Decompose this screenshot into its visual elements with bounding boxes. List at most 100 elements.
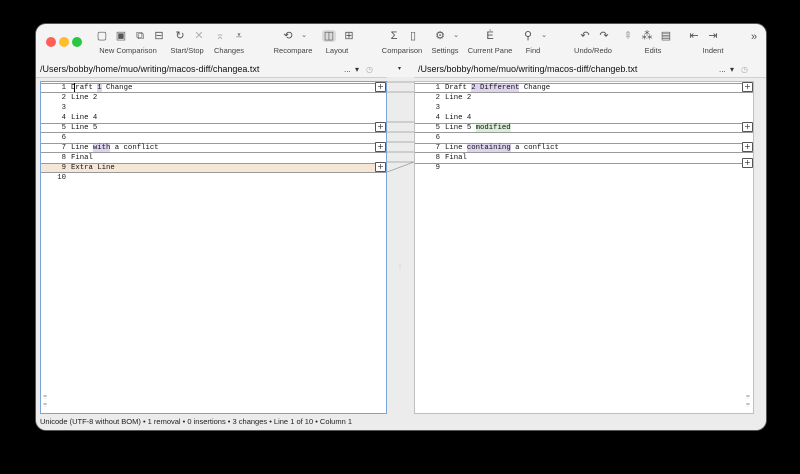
line-text[interactable]: Line 2 xyxy=(71,93,97,103)
document-icon[interactable]: ▯ xyxy=(407,30,419,42)
left-editor-pane[interactable]: 1 Draft 1 Change 2 Line 2 3 4 Line 4 5 Line 5 6 7L… xyxy=(40,81,387,414)
close-window-button[interactable] xyxy=(46,37,56,47)
new-document-icon[interactable]: ▢ xyxy=(96,30,108,42)
line-row[interactable]: 5 Line 5 xyxy=(41,123,386,133)
merge-right-icon[interactable]: + xyxy=(375,162,386,172)
chevron-down-icon[interactable]: ⌄ xyxy=(541,30,547,42)
new-document-copy-icon[interactable]: ▣ xyxy=(115,30,127,42)
line-row[interactable]: 6 xyxy=(415,133,753,143)
merge-left-icon[interactable]: + xyxy=(742,122,753,132)
left-dropdown-icon[interactable]: ▾ xyxy=(355,62,359,77)
merge-right-icon[interactable]: + xyxy=(375,122,386,132)
line-text[interactable]: Draft 2 Different Change xyxy=(445,83,550,93)
text-segment: Line xyxy=(445,144,467,152)
line-number: 1 xyxy=(435,84,440,92)
changed-text-segment: 2 Different xyxy=(471,84,520,92)
line-text[interactable]: Final xyxy=(445,153,467,163)
line-text[interactable]: Draft 1 Change xyxy=(71,83,132,93)
left-file-path[interactable]: /Users/bobby/home/muo/writing/macos-diff… xyxy=(40,62,259,77)
new-folder-comparison-icon[interactable]: ⊟ xyxy=(153,30,165,42)
right-editor-pane[interactable]: 1 Draft 2 Different Change 2 Line 2 3 4 Line 4… xyxy=(414,81,754,414)
line-row[interactable]: 8 Final xyxy=(415,153,753,163)
edit-abc-icon[interactable]: ⁂ xyxy=(641,30,653,42)
right-dropdown-icon[interactable]: ▾ xyxy=(730,62,734,77)
zoom-window-button[interactable] xyxy=(72,37,82,47)
line-row[interactable]: 9 Extra Line xyxy=(41,163,386,173)
merge-right-icon[interactable]: + xyxy=(375,142,386,152)
changed-text-segment: with xyxy=(92,144,111,152)
edit-document-icon[interactable]: ▤ xyxy=(660,30,672,42)
line-row[interactable]: 2 Line 2 xyxy=(41,93,386,103)
line-row[interactable]: 8 Final xyxy=(41,153,386,163)
line-row[interactable]: 5 Line 5 modified xyxy=(415,123,753,133)
right-scroll-arrows[interactable]: ⩦ ⩦ xyxy=(746,393,753,409)
previous-change-icon[interactable]: ⌅ xyxy=(214,30,226,42)
line-row[interactable]: 4 Line 4 xyxy=(41,113,386,123)
comparison-icons: Σ ▯ xyxy=(388,29,419,43)
line-text[interactable]: Line 5 xyxy=(71,123,97,133)
chevron-down-icon[interactable]: ⌄ xyxy=(301,30,307,42)
side-by-side-layout-icon[interactable]: ◫ xyxy=(322,30,336,42)
line-text[interactable]: Line with a conflict xyxy=(71,143,159,153)
line-number: 2 xyxy=(61,94,66,102)
line-number: 1 xyxy=(61,84,66,92)
line-row[interactable]: 2 Line 2 xyxy=(415,93,753,103)
line-row[interactable]: 7 Line with a conflict xyxy=(41,143,386,153)
current-pane-label: Current Pane xyxy=(467,46,513,55)
line-row[interactable]: 3 xyxy=(41,103,386,113)
new-comparison-label: New Comparison xyxy=(99,46,157,55)
line-row[interactable]: 6 xyxy=(41,133,386,143)
merge-left-icon[interactable]: + xyxy=(742,82,753,92)
sigma-icon[interactable]: Σ xyxy=(388,30,400,42)
line-text[interactable]: Line containing a conflict xyxy=(445,143,559,153)
line-row[interactable]: 1 Draft 1 Change xyxy=(41,83,386,93)
line-row[interactable]: 4 Line 4 xyxy=(415,113,753,123)
current-pane-icon[interactable]: Ė xyxy=(484,30,496,42)
left-scroll-arrows[interactable]: ⩦ ⩦ xyxy=(43,393,47,409)
comparison-label: Comparison xyxy=(381,46,423,55)
line-text[interactable]: Extra Line xyxy=(71,163,115,173)
recompare-icon[interactable]: ⟲ xyxy=(282,30,294,42)
recompare-label: Recompare xyxy=(273,46,313,55)
right-more-icon[interactable]: ... xyxy=(719,62,726,77)
line-text[interactable]: Line 4 xyxy=(71,113,97,123)
find-label: Find xyxy=(525,46,541,55)
swap-dropdown-icon[interactable]: ▾ xyxy=(398,62,401,77)
new-document-from-clipboard-icon[interactable]: ⧉ xyxy=(134,30,146,42)
columns-layout-icon[interactable]: ⊞ xyxy=(343,30,355,42)
outdent-icon[interactable]: ⇤ xyxy=(688,30,700,42)
app-window: ▢ ▣ ⧉ ⊟ New Comparison ↻ ✕ Start/Stop ⌅ … xyxy=(36,24,766,430)
line-number: 4 xyxy=(435,114,440,122)
line-text[interactable]: Line 4 xyxy=(445,113,471,123)
line-row[interactable]: 9 xyxy=(415,163,753,173)
undo-icon[interactable]: ↶ xyxy=(579,30,591,42)
right-history-icon[interactable]: ◷ xyxy=(741,62,748,77)
redo-icon[interactable]: ↷ xyxy=(598,30,610,42)
line-row[interactable]: 10 xyxy=(41,173,386,183)
gear-icon[interactable]: ⚙ xyxy=(434,30,446,42)
merge-left-icon[interactable]: + xyxy=(742,142,753,152)
line-row[interactable]: 3 xyxy=(415,103,753,113)
line-text[interactable]: Line 2 xyxy=(445,93,471,103)
search-icon[interactable]: ⚲ xyxy=(522,30,534,42)
text-segment: Change xyxy=(101,84,133,92)
merge-right-icon[interactable]: + xyxy=(375,82,386,92)
chevron-down-icon[interactable]: ⌄ xyxy=(453,30,459,42)
toolbar-overflow-icon[interactable]: » xyxy=(748,31,760,43)
minimize-window-button[interactable] xyxy=(59,37,69,47)
line-row[interactable]: 7 Line containing a conflict xyxy=(415,143,753,153)
next-change-icon[interactable]: ⩡ xyxy=(233,30,245,42)
left-history-icon[interactable]: ◷ xyxy=(366,62,373,77)
line-number: 7 xyxy=(61,144,66,152)
line-text[interactable]: Final xyxy=(71,153,93,163)
copy-left-icon[interactable]: ⇞ xyxy=(622,30,634,42)
merge-left-icon[interactable]: + xyxy=(742,158,753,168)
refresh-icon[interactable]: ↻ xyxy=(174,30,186,42)
right-file-path[interactable]: /Users/bobby/home/muo/writing/macos-diff… xyxy=(418,62,637,77)
indent-icon[interactable]: ⇥ xyxy=(707,30,719,42)
line-row[interactable]: 1 Draft 2 Different Change xyxy=(415,83,753,93)
recompare-icons: ⟲ ⌄ xyxy=(282,29,307,43)
stop-icon[interactable]: ✕ xyxy=(193,30,205,42)
left-more-icon[interactable]: ... xyxy=(344,62,351,77)
line-text[interactable]: Line 5 modified xyxy=(445,123,511,133)
